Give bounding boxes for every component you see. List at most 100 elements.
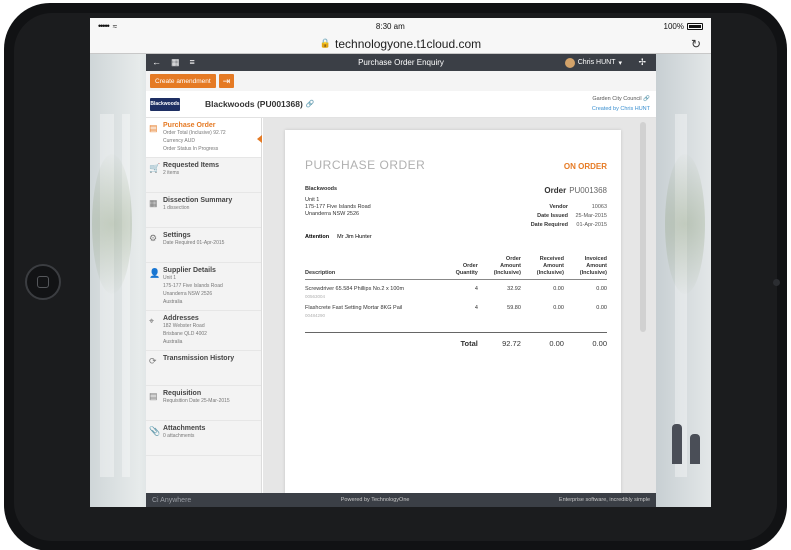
- vendor-header: Blackwoods Blackwoods (PU001368) 🔗 Garde…: [146, 91, 656, 118]
- battery-icon: [687, 22, 703, 30]
- date-required-label: Date Required: [530, 222, 568, 228]
- column-header-received: Received Amount (Inclusive): [520, 254, 564, 280]
- reload-icon[interactable]: ↻: [691, 37, 701, 51]
- tablet-frame: ••••• ≈ 8:30 am 100% 🔒 technologyone.t1c…: [4, 3, 787, 550]
- action-bar: Create amendment ⇥: [146, 71, 656, 91]
- document-area: PURCHASE ORDER ON ORDER Blackwoods Unit …: [263, 118, 656, 500]
- clock: 8:30 am: [375, 21, 405, 31]
- address-bar[interactable]: 🔒 technologyone.t1cloud.com ↻: [90, 34, 711, 54]
- home-button[interactable]: [25, 264, 61, 300]
- attention-name: Mr Jim Hunter: [337, 234, 372, 240]
- pin-icon[interactable]: ✢: [638, 57, 646, 68]
- sidebar-item-detail: 175-177 Five Islands Road: [163, 283, 223, 289]
- sidebar-item-detail: 182 Webster Road: [163, 323, 205, 329]
- sidebar-item-detail: Requisition Date 25-Mar-2015: [163, 398, 230, 404]
- footer-brand: Ci Anywhere: [152, 496, 192, 504]
- created-by-link[interactable]: Created by Chris HUNT: [592, 104, 650, 114]
- line-amount: 32.92: [507, 286, 521, 292]
- sidebar-item-label: Addresses: [163, 315, 199, 322]
- table-row[interactable]: Flashcrete Fast Setting Mortar 8KG Pail 0…: [305, 299, 607, 318]
- sidebar-item-label: Attachments: [163, 425, 206, 432]
- sidebar-item-detail: Currency AUD: [163, 138, 195, 144]
- sidebar-item-purchase-order[interactable]: ▤ Purchase Order Order Total (Inclusive) 9…: [146, 118, 262, 158]
- wifi-icon: ≈: [112, 21, 118, 31]
- user-menu[interactable]: Chris HUNT ▾: [564, 57, 622, 68]
- sidebar-item-detail: 2 items: [163, 170, 180, 176]
- org-info: Garden City Council 🔗 Created by Chris H…: [592, 94, 650, 114]
- order-number: PU001368: [569, 186, 607, 195]
- line-received: 0.00: [553, 305, 564, 311]
- column-header-quantity: Order Quantity: [441, 254, 478, 280]
- sidebar-item-label: Dissection Summary: [163, 197, 233, 204]
- chevron-down-icon: ▾: [618, 59, 622, 67]
- scrollbar[interactable]: [640, 122, 646, 332]
- signal-icon: •••••: [98, 21, 110, 31]
- attention-label: Attention: [305, 234, 330, 240]
- order-lines-table: Description Order Quantity Order Amount (In…: [305, 254, 607, 348]
- sidebar-item-label: Requisition: [163, 390, 202, 397]
- requisition-icon: ▤: [149, 391, 158, 401]
- camera: [773, 279, 780, 286]
- line-invoiced: 0.00: [596, 286, 607, 292]
- column-header-amount: Order Amount (Inclusive): [477, 254, 521, 280]
- org-link-icon[interactable]: 🔗: [643, 96, 650, 102]
- sidebar-item-detail: Date Required 01-Apr-2015: [163, 240, 225, 246]
- column-header-invoiced: Invoiced Amount (Inclusive): [563, 254, 607, 280]
- sidebar-item-detail: Unit 1: [163, 275, 177, 281]
- sidebar-item-label: Transmission History: [163, 355, 235, 362]
- sidebar-item-dissection-summary[interactable]: ▦ Dissection Summary 1 dissection: [146, 193, 261, 228]
- vendor-title: Blackwoods (PU001368): [205, 99, 303, 109]
- screen: ••••• ≈ 8:30 am 100% 🔒 technologyone.t1c…: [90, 18, 711, 507]
- total-row: Total 92.72 0.00 0.00: [305, 332, 607, 348]
- sidebar-item-detail: 0 attachments: [163, 433, 195, 439]
- sidebar-item-supplier-details[interactable]: 👤 Supplier Details Unit 1 175-177 Five Isla…: [146, 263, 261, 311]
- sidebar-item-label: Requested Items: [163, 162, 220, 169]
- attention-line: Attention Mr Jim Hunter: [305, 234, 607, 240]
- sidebar-item-detail: Australia: [163, 299, 183, 305]
- export-icon[interactable]: ⇥: [218, 74, 235, 88]
- sidebar-item-settings[interactable]: ⚙ Settings Date Required 01-Apr-2015: [146, 228, 261, 263]
- sidebar: ▤ Purchase Order Order Total (Inclusive) 9…: [146, 118, 262, 493]
- cart-icon: 🛒: [149, 163, 161, 173]
- url-text: technologyone.t1cloud.com: [335, 36, 482, 51]
- address-line: Unit 1: [305, 197, 320, 203]
- address-line: 175-177 Five Islands Road: [305, 204, 371, 210]
- vendor-label: Vendor: [549, 204, 568, 210]
- order-label: Order: [544, 186, 567, 195]
- sidebar-item-detail: Brisbane QLD 4002: [163, 331, 207, 337]
- line-quantity: 4: [474, 286, 478, 292]
- total-invoiced: 0.00: [563, 332, 607, 348]
- sidebar-item-addresses[interactable]: ⌖ Addresses 182 Webster Road Brisbane QLD 4…: [146, 311, 261, 351]
- document-icon: ▤: [149, 123, 158, 133]
- lock-icon: 🔒: [319, 38, 332, 48]
- active-indicator: [257, 135, 262, 143]
- avatar: [564, 57, 575, 68]
- sidebar-item-attachments[interactable]: 📎 Attachments 0 attachments: [146, 421, 261, 456]
- app-window: ← ▦ ≡ Purchase Order Enquiry Chris HUNT …: [146, 54, 656, 507]
- footer-tagline: Enterprise software, incredibly simple: [558, 497, 650, 503]
- line-received: 0.00: [553, 286, 564, 292]
- app-topbar: ← ▦ ≡ Purchase Order Enquiry Chris HUNT …: [146, 54, 656, 71]
- transmission-icon: ⟳: [149, 356, 157, 366]
- sidebar-item-label: Purchase Order: [163, 122, 216, 129]
- footer-powered-by: Powered by TechnologyOne: [340, 497, 410, 503]
- line-description: Screwdriver 65.584 Phillips No.2 x 100m: [305, 286, 405, 292]
- link-icon[interactable]: 🔗: [306, 100, 315, 108]
- line-invoiced: 0.00: [596, 305, 607, 311]
- create-amendment-button[interactable]: Create amendment: [150, 74, 216, 88]
- sidebar-item-detail: Unanderra NSW 2526: [163, 291, 213, 297]
- person-icon: 👤: [149, 268, 161, 278]
- line-description: Flashcrete Fast Setting Mortar 8KG Pail: [305, 305, 403, 311]
- table-row[interactable]: Screwdriver 65.584 Phillips No.2 x 100m 0…: [305, 280, 607, 299]
- org-name: Garden City Council: [592, 96, 642, 102]
- vendor-address: Blackwoods Unit 1 175-177 Five Islands R…: [305, 186, 371, 230]
- status-badge: ON ORDER: [563, 162, 607, 171]
- sidebar-item-requested-items[interactable]: 🛒 Requested Items 2 items: [146, 158, 261, 193]
- date-issued: 25-Mar-2015: [575, 213, 608, 219]
- order-details: Order PU001368 Vendor 10063 Date Issued 25-…: [531, 186, 607, 230]
- vendor-logo: Blackwoods: [150, 97, 180, 111]
- sidebar-item-requisition[interactable]: ▤ Requisition Requisition Date 25-Mar-2015: [146, 386, 261, 421]
- sidebar-item-label: Settings: [163, 232, 191, 239]
- sidebar-item-transmission-history[interactable]: ⟳ Transmission History: [146, 351, 261, 386]
- total-received: 0.00: [520, 332, 564, 348]
